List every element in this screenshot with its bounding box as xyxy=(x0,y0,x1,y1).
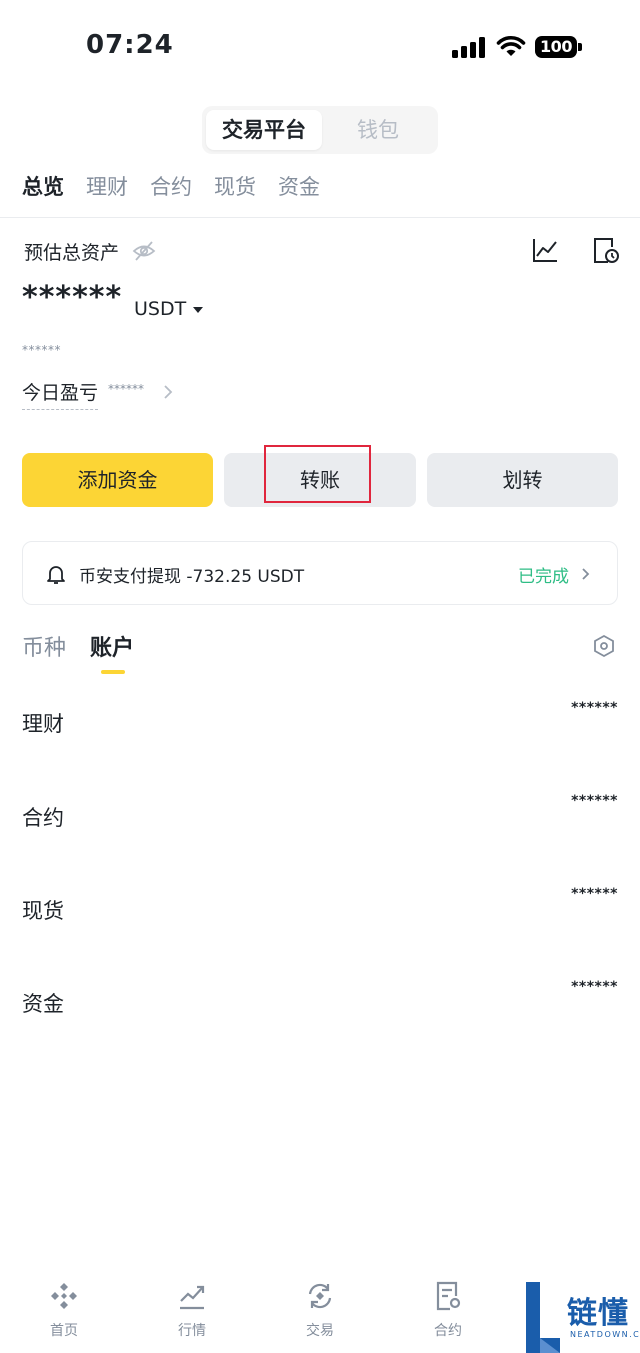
tab-account[interactable]: 账户 xyxy=(90,630,134,662)
wallet-tabs: 总览 理财 合约 现货 资金 xyxy=(22,168,320,208)
wifi-icon xyxy=(496,35,526,56)
trade-icon xyxy=(308,1283,332,1309)
active-tab-indicator xyxy=(101,670,125,674)
tab-funding[interactable]: 资金 xyxy=(278,168,320,208)
balance-equivalent-masked: ****** xyxy=(22,343,61,357)
line-chart-icon[interactable] xyxy=(531,236,559,264)
nav-home[interactable]: 首页 xyxy=(24,1280,104,1340)
add-funds-button[interactable]: 添加资金 xyxy=(22,453,213,507)
today-pnl-label[interactable]: 今日盈亏 xyxy=(22,378,99,410)
cellular-signal-icon xyxy=(452,36,488,58)
tabs-divider xyxy=(0,217,640,218)
battery-icon: 100 xyxy=(535,36,577,58)
chevron-right-icon[interactable] xyxy=(160,383,176,401)
watermark-l-icon xyxy=(526,1282,560,1353)
total-balance-masked: ****** xyxy=(22,280,123,315)
status-time: 07:24 xyxy=(86,30,174,60)
watermark-subtext: NEATDOWN.COM xyxy=(570,1330,640,1339)
chevron-right-icon xyxy=(582,568,590,580)
watermark-text: 链懂 xyxy=(567,1296,629,1331)
account-row-value: ****** xyxy=(571,700,618,716)
bell-icon xyxy=(47,566,65,584)
account-row-earn[interactable]: 理财 xyxy=(22,708,64,738)
nav-label: 首页 xyxy=(50,1323,78,1339)
history-icon[interactable] xyxy=(591,236,619,264)
segment-wallet[interactable]: 钱包 xyxy=(322,110,434,150)
currency-unit-selector[interactable]: USDT xyxy=(134,298,186,320)
caret-down-icon[interactable] xyxy=(193,307,203,313)
platform-segment-control: 交易平台 钱包 xyxy=(202,106,438,154)
today-pnl-value: ****** xyxy=(108,382,144,396)
watermark-logo: 链懂 NEATDOWN.COM xyxy=(524,1282,640,1353)
account-row-futures[interactable]: 合约 xyxy=(22,802,64,832)
status-bar: 07:24 100 xyxy=(0,0,640,90)
nav-label: 合约 xyxy=(434,1323,462,1339)
segment-exchange[interactable]: 交易平台 xyxy=(206,110,322,150)
futures-icon xyxy=(436,1281,461,1311)
estimated-balance-label: 预估总资产 xyxy=(24,242,120,264)
internal-transfer-button[interactable]: 划转 xyxy=(427,453,618,507)
nav-trade[interactable]: 交易 xyxy=(280,1280,360,1340)
account-row-funding[interactable]: 资金 xyxy=(22,988,64,1018)
settings-icon[interactable] xyxy=(592,634,616,658)
markets-icon xyxy=(180,1285,205,1310)
nav-label: 交易 xyxy=(306,1323,334,1339)
nav-label: 行情 xyxy=(178,1323,206,1339)
home-icon xyxy=(51,1283,77,1309)
account-row-spot[interactable]: 现货 xyxy=(22,895,64,925)
nav-markets[interactable]: 行情 xyxy=(152,1280,232,1340)
battery-cap xyxy=(578,43,582,51)
notification-banner[interactable]: 币安支付提现 -732.25 USDT 已完成 xyxy=(22,541,618,605)
transfer-button[interactable]: 转账 xyxy=(224,453,416,507)
eye-hidden-icon[interactable] xyxy=(132,240,156,262)
notification-status: 已完成 xyxy=(518,567,569,587)
tab-coin[interactable]: 币种 xyxy=(22,630,66,662)
tab-spot[interactable]: 现货 xyxy=(214,168,256,208)
tab-futures[interactable]: 合约 xyxy=(150,168,192,208)
nav-futures[interactable]: 合约 xyxy=(408,1280,488,1340)
tab-earn[interactable]: 理财 xyxy=(86,168,128,208)
account-row-value: ****** xyxy=(571,793,618,809)
account-row-value: ****** xyxy=(571,886,618,902)
tab-overview[interactable]: 总览 xyxy=(22,168,64,208)
account-row-value: ****** xyxy=(571,979,618,995)
notification-text: 币安支付提现 -732.25 USDT xyxy=(79,567,305,587)
